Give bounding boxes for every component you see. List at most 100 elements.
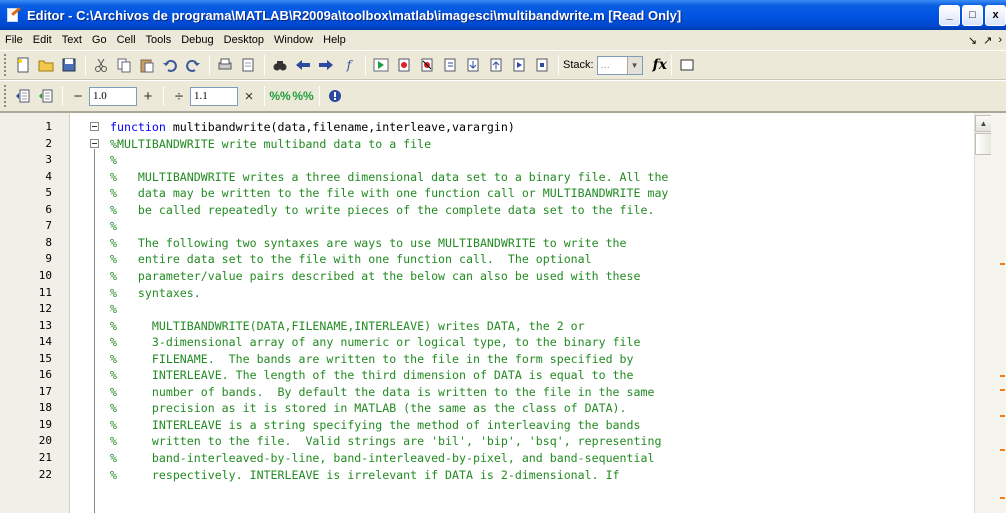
paste-icon[interactable] (136, 54, 158, 76)
decrement-value-field[interactable]: 1.0 (89, 86, 137, 106)
code-line[interactable]: % The following two syntaxes are ways to… (110, 236, 627, 250)
step-out-icon[interactable] (485, 54, 507, 76)
step-icon[interactable] (439, 54, 461, 76)
code-line[interactable]: % written to the file. Valid strings are… (110, 434, 661, 448)
decrement-button[interactable]: − (67, 88, 89, 105)
menu-debug[interactable]: Debug (176, 30, 218, 50)
code-line[interactable]: % (110, 302, 117, 316)
page-setup-icon[interactable] (237, 54, 259, 76)
stack-dropdown[interactable]: ... ▼ (596, 55, 643, 75)
code-line[interactable]: % band-interleaved-by-line, band-interle… (110, 451, 654, 465)
code-line[interactable]: % syntaxes. (110, 286, 201, 300)
vertical-scrollbar[interactable]: ▲ (974, 113, 992, 513)
clear-breakpoint-icon[interactable] (416, 54, 438, 76)
code-line[interactable]: % MULTIBANDWRITE(DATA,FILENAME,INTERLEAV… (110, 319, 585, 333)
open-folder-icon[interactable] (35, 54, 57, 76)
increment-button[interactable]: + (137, 88, 159, 105)
code-line[interactable]: % (110, 153, 117, 167)
copy-icon[interactable] (113, 54, 135, 76)
code-line[interactable]: % 3-dimensional array of any numeric or … (110, 335, 640, 349)
fold-toggle-icon[interactable] (90, 138, 99, 148)
scroll-up-button[interactable]: ▲ (975, 115, 992, 132)
warning-marker[interactable] (1000, 263, 1005, 265)
function-call-icon[interactable]: f (338, 54, 360, 76)
menu-desktop[interactable]: Desktop (219, 30, 269, 50)
continue-icon[interactable] (508, 54, 530, 76)
more-arrow-icon[interactable]: › (998, 34, 1002, 47)
save-icon[interactable] (58, 54, 80, 76)
code-line[interactable]: %MULTIBANDWRITE write multiband data to … (110, 137, 431, 151)
fx-button[interactable]: fx (653, 57, 667, 73)
new-file-icon[interactable] (12, 54, 34, 76)
code-line[interactable]: % FILENAME. The bands are written to the… (110, 352, 634, 366)
comment-token: % INTERLEAVE is a string specifying the … (110, 417, 641, 432)
warning-marker[interactable] (1000, 375, 1005, 377)
multiply-value-field[interactable]: 1.1 (190, 86, 238, 106)
menu-cell[interactable]: Cell (112, 30, 141, 50)
code-line[interactable]: % MULTIBANDWRITE writes a three dimensio… (110, 170, 668, 184)
print-icon[interactable] (214, 54, 236, 76)
comment-token: % parameter/value pairs described at the… (110, 268, 641, 283)
code-line[interactable]: % be called repeatedly to write pieces o… (110, 203, 654, 217)
close-button[interactable]: x (985, 4, 1006, 26)
cell-info-icon[interactable] (324, 85, 346, 107)
code-line[interactable]: % (110, 219, 117, 233)
window-layout-icon[interactable] (676, 54, 698, 76)
menu-go[interactable]: Go (87, 30, 112, 50)
run-icon[interactable] (370, 54, 392, 76)
evaluate-cell-icon[interactable] (12, 85, 34, 107)
comment-token: % respectively. INTERLEAVE is irrelevant… (110, 467, 620, 482)
toolbar-separator (163, 86, 164, 106)
undock-arrow-icon[interactable]: ↗ (983, 34, 992, 47)
menu-edit[interactable]: Edit (28, 30, 57, 50)
warning-marker[interactable] (1000, 449, 1005, 451)
code-line[interactable]: % data may be written to the file with o… (110, 186, 668, 200)
insert-cell-divider-icon[interactable]: %% (269, 85, 291, 107)
menu-text[interactable]: Text (57, 30, 87, 50)
back-arrow-icon[interactable] (292, 54, 314, 76)
code-area[interactable]: function multibandwrite(data,filename,in… (70, 113, 974, 513)
menu-help[interactable]: Help (318, 30, 351, 50)
multiply-button[interactable]: × (238, 88, 260, 105)
title-bar[interactable]: Editor - C:\Archivos de programa\MATLAB\… (0, 0, 1006, 30)
code-editor[interactable]: 1 2 3 4 5 6 7 8 9 10 11 12 13 14 15 16 17 18 19 20 21 22 func… (0, 112, 1006, 513)
find-icon[interactable] (269, 54, 291, 76)
menu-window[interactable]: Window (269, 30, 318, 50)
remove-cell-divider-icon[interactable]: %% (292, 85, 314, 107)
redo-icon[interactable] (182, 54, 204, 76)
code-line[interactable]: % entire data set to the file with one f… (110, 252, 592, 266)
toolbar-grip[interactable] (4, 85, 7, 107)
menu-file[interactable]: File (0, 30, 28, 50)
exit-debug-icon[interactable] (531, 54, 553, 76)
forward-arrow-icon[interactable] (315, 54, 337, 76)
code-line[interactable]: function multibandwrite(data,filename,in… (110, 120, 515, 134)
comment-token: % syntaxes. (110, 285, 201, 300)
toolbar-separator (264, 55, 265, 75)
code-line[interactable]: % parameter/value pairs described at the… (110, 269, 640, 283)
comment-token: % be called repeatedly to write pieces o… (110, 202, 655, 217)
breakpoint-icon[interactable] (393, 54, 415, 76)
code-line[interactable]: % number of bands. By default the data i… (110, 385, 654, 399)
code-line[interactable]: % precision as it is stored in MATLAB (t… (110, 401, 627, 415)
code-line[interactable]: % respectively. INTERLEAVE is irrelevant… (110, 468, 620, 482)
code-line[interactable]: % INTERLEAVE is a string specifying the … (110, 418, 640, 432)
maximize-button[interactable]: □ (962, 4, 983, 26)
warning-marker[interactable] (1000, 389, 1005, 391)
undo-icon[interactable] (159, 54, 181, 76)
chevron-down-icon[interactable]: ▼ (626, 56, 642, 74)
evaluate-advance-icon[interactable] (35, 85, 57, 107)
divide-button[interactable]: ÷ (168, 88, 190, 105)
toolbar-grip[interactable] (4, 54, 7, 76)
dock-arrow-icon[interactable]: ↘ (968, 34, 977, 47)
cut-icon[interactable] (90, 54, 112, 76)
warning-marker[interactable] (1000, 497, 1005, 499)
warning-marker[interactable] (1000, 415, 1005, 417)
code-line[interactable]: % INTERLEAVE. The length of the third di… (110, 368, 634, 382)
minimize-button[interactable]: _ (939, 4, 960, 26)
scrollbar-thumb[interactable] (975, 133, 992, 155)
line-number: 2 (45, 136, 52, 150)
menu-tools[interactable]: Tools (141, 30, 177, 50)
step-in-icon[interactable] (462, 54, 484, 76)
fold-toggle-icon[interactable] (90, 122, 99, 131)
line-number: 3 (45, 153, 52, 167)
